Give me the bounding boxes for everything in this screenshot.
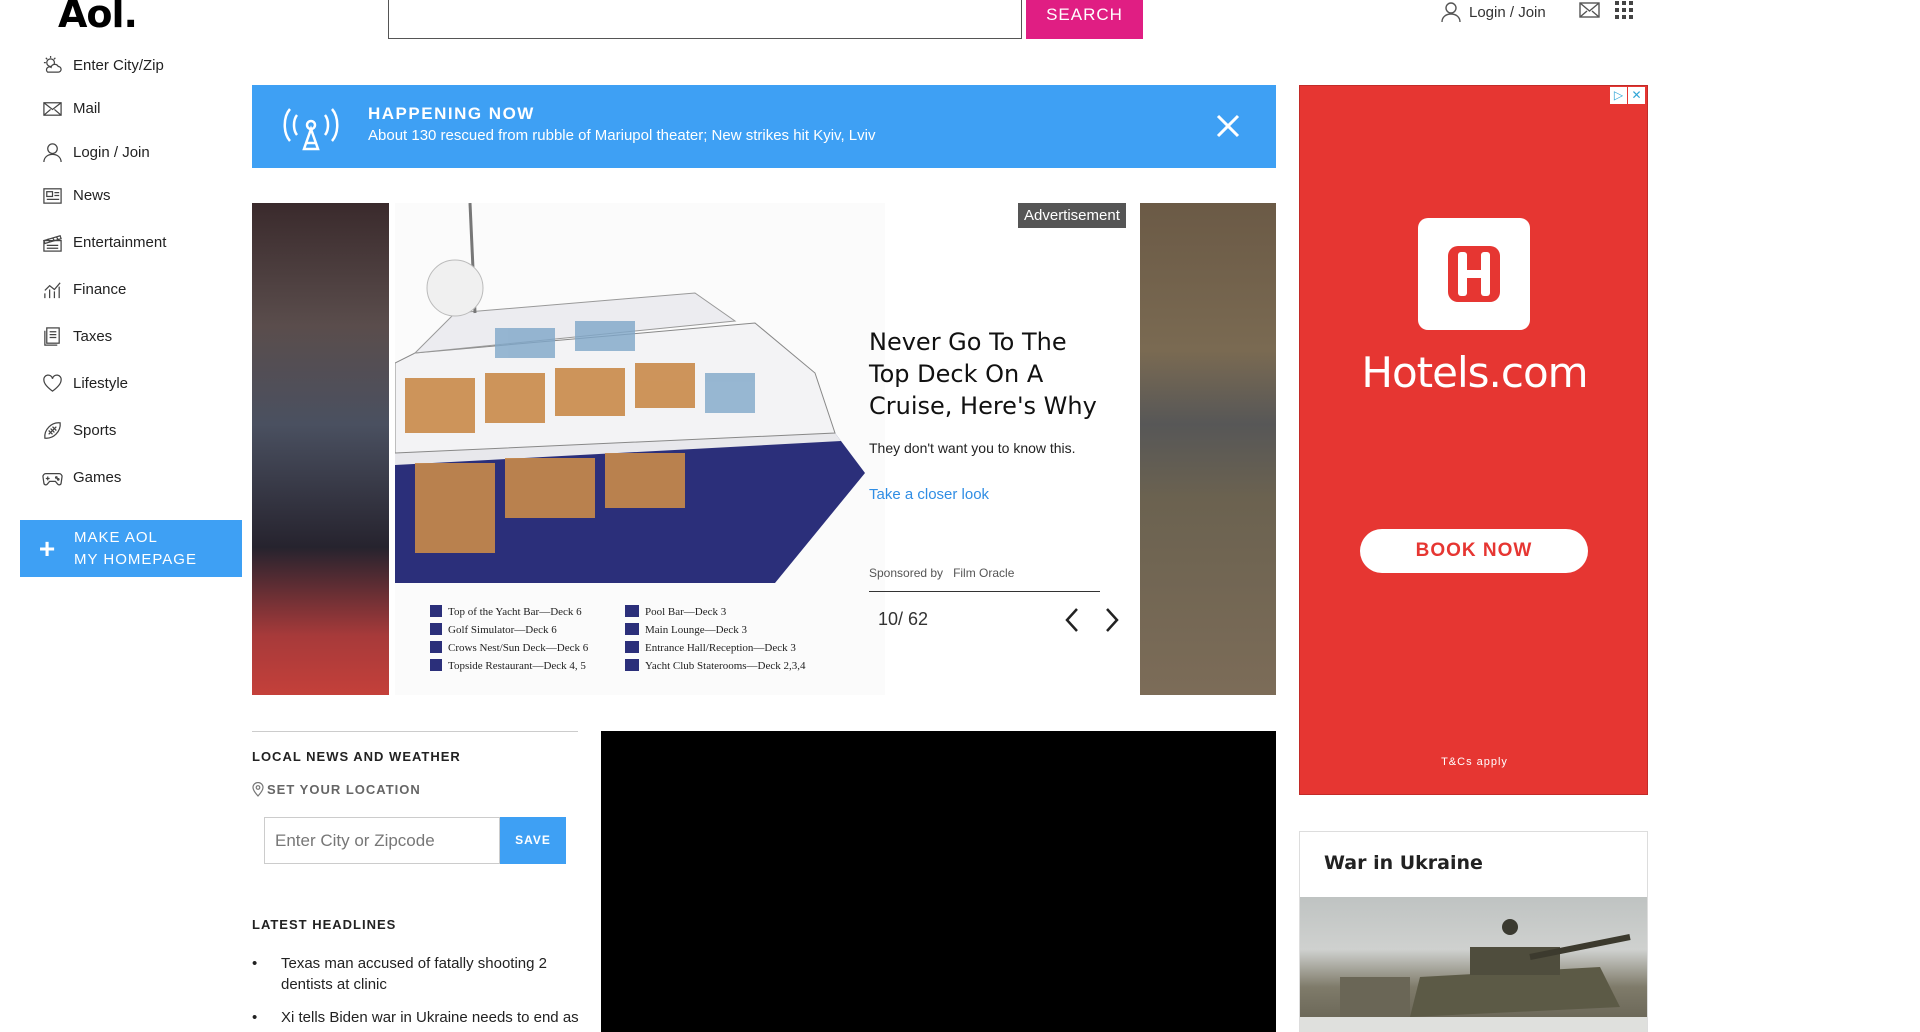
video-player[interactable] — [601, 731, 1276, 1032]
slide-link[interactable]: Take a closer look — [869, 486, 989, 503]
header-login-link[interactable]: Login / Join — [1440, 0, 1546, 24]
slide-subtitle: They don't want you to know this. — [869, 440, 1076, 456]
set-location-label: SET YOUR LOCATION — [267, 782, 421, 797]
location-pin-icon — [252, 782, 264, 797]
header-login-label: Login / Join — [1469, 3, 1546, 21]
nav-item-lifestyle[interactable]: Lifestyle — [42, 372, 128, 394]
sponsored-by: Sponsored by Film Oracle — [869, 566, 1014, 580]
close-icon[interactable] — [1212, 110, 1244, 142]
svg-text:Main Lounge—Deck 3: Main Lounge—Deck 3 — [645, 624, 748, 636]
adchoices-icon[interactable]: ▷ — [1610, 87, 1627, 104]
nav-item-login[interactable]: Login / Join — [42, 141, 150, 163]
news-icon — [43, 187, 62, 204]
nav-label: Sports — [73, 421, 117, 439]
nav-item-weather[interactable]: Enter City/Zip — [42, 54, 164, 76]
tank-photo[interactable] — [1300, 897, 1647, 1032]
latest-headlines-heading: LATEST HEADLINES — [252, 917, 397, 932]
make-homepage-button[interactable]: + MAKE AOL MY HOMEPAGE — [20, 520, 242, 577]
heart-icon — [43, 374, 62, 392]
chart-icon — [44, 281, 61, 298]
nav-label: Games — [73, 468, 122, 486]
nav-item-finance[interactable]: Finance — [42, 278, 126, 300]
ship-illustration: Top of the Yacht Bar—Deck 6 Golf Simulat… — [394, 203, 885, 695]
nav-item-mail[interactable]: Mail — [42, 97, 101, 119]
list-item[interactable]: Texas man accused of fatally shooting 2 … — [252, 953, 582, 995]
search-button[interactable]: SEARCH — [1026, 0, 1143, 39]
banner-title: HAPPENING NOW — [368, 104, 535, 123]
list-item[interactable]: Xi tells Biden war in Ukraine needs to e… — [252, 1007, 582, 1032]
zipcode-input[interactable] — [264, 817, 500, 864]
nav-label: Lifestyle — [73, 374, 129, 392]
nav-item-games[interactable]: Games — [42, 466, 121, 488]
book-now-button[interactable]: BOOK NOW — [1360, 529, 1588, 573]
mail-icon — [43, 101, 62, 116]
sponsored-by-label: Sponsored by — [869, 566, 944, 580]
advertisement-label: Advertisement — [1018, 203, 1126, 228]
plus-icon: + — [38, 532, 56, 564]
weather-icon — [43, 55, 62, 73]
next-slide-image[interactable] — [1140, 203, 1276, 695]
svg-text:Golf Simulator—Deck 6: Golf Simulator—Deck 6 — [448, 624, 557, 636]
close-icon[interactable]: ✕ — [1628, 87, 1645, 104]
cruise-ship-cutaway-image[interactable]: Top of the Yacht Bar—Deck 6 Golf Simulat… — [394, 203, 885, 695]
nav-label: News — [73, 186, 111, 204]
slide-title[interactable]: Never Go To The Top Deck On A Cruise, He… — [869, 326, 1109, 422]
svg-text:Top of the Yacht Bar—Deck 6: Top of the Yacht Bar—Deck 6 — [448, 606, 582, 618]
make-home-line1: MAKE AOL — [74, 528, 158, 546]
chevron-right-icon[interactable] — [1102, 605, 1122, 635]
headlines-list: Texas man accused of fatally shooting 2 … — [252, 953, 582, 1032]
document-icon — [44, 326, 60, 346]
mail-icon[interactable] — [1579, 2, 1600, 18]
nav-label: Taxes — [73, 327, 113, 345]
set-location-link[interactable]: SET YOUR LOCATION — [252, 782, 421, 797]
war-in-ukraine-card[interactable]: War in Ukraine — [1299, 831, 1648, 1032]
banner-headline[interactable]: About 130 rescued from rubble of Mariupo… — [368, 127, 875, 144]
brand-name: Hotels.com — [1361, 348, 1588, 397]
svg-text:Crows Nest/Sun Deck—Deck 6: Crows Nest/Sun Deck—Deck 6 — [448, 642, 589, 654]
gamepad-icon — [42, 472, 63, 485]
hotels-logo-icon — [1418, 218, 1530, 330]
divider — [252, 731, 578, 732]
svg-text:Topside Restaurant—Deck 4, 5: Topside Restaurant—Deck 4, 5 — [448, 660, 586, 672]
clapper-icon — [43, 234, 62, 252]
previous-slide-image[interactable] — [252, 203, 389, 695]
nav-label: Enter City/Zip — [73, 56, 164, 74]
make-home-line2: MY HOMEPAGE — [74, 550, 197, 568]
nav-label: Finance — [73, 280, 127, 298]
apps-grid-icon[interactable] — [1614, 0, 1634, 20]
sponsor-name[interactable]: Film Oracle — [953, 566, 1014, 580]
nav-label: Mail — [73, 99, 101, 117]
card-title: War in Ukraine — [1324, 852, 1483, 874]
svg-text:Yacht Club Staterooms—Deck 2,3: Yacht Club Staterooms—Deck 2,3,4 — [645, 660, 806, 672]
aol-logo[interactable]: Aol. — [58, 0, 138, 36]
slide-counter: 10/ 62 — [878, 609, 929, 629]
user-icon — [1441, 2, 1461, 23]
nav-label: Login / Join — [73, 143, 150, 161]
user-icon — [43, 142, 62, 162]
terms-text: T&Cs apply — [1441, 756, 1508, 768]
football-icon — [44, 421, 61, 439]
nav-label: Entertainment — [73, 233, 167, 251]
local-news-heading: LOCAL NEWS AND WEATHER — [252, 749, 461, 764]
nav-item-news[interactable]: News — [42, 184, 111, 206]
svg-text:Entrance Hall/Reception—Deck 3: Entrance Hall/Reception—Deck 3 — [645, 642, 796, 654]
slideshow-carousel: Top of the Yacht Bar—Deck 6 Golf Simulat… — [252, 203, 1276, 695]
ad-choices[interactable]: ▷ ✕ — [1610, 87, 1645, 104]
svg-text:Pool Bar—Deck 3: Pool Bar—Deck 3 — [645, 606, 727, 618]
save-location-button[interactable]: SAVE — [500, 817, 566, 864]
chevron-left-icon[interactable] — [1062, 605, 1082, 635]
search-input[interactable] — [388, 0, 1022, 39]
nav-item-sports[interactable]: Sports — [42, 419, 116, 441]
happening-now-banner[interactable]: HAPPENING NOW About 130 rescued from rub… — [252, 85, 1276, 168]
nav-item-entertainment[interactable]: Entertainment — [42, 231, 166, 253]
nav-item-taxes[interactable]: Taxes — [42, 325, 112, 347]
hotels-ad[interactable]: ▷ ✕ Hotels.com BOOK NOW T&Cs apply — [1299, 85, 1648, 795]
broadcast-icon — [283, 108, 339, 151]
divider — [869, 591, 1100, 592]
